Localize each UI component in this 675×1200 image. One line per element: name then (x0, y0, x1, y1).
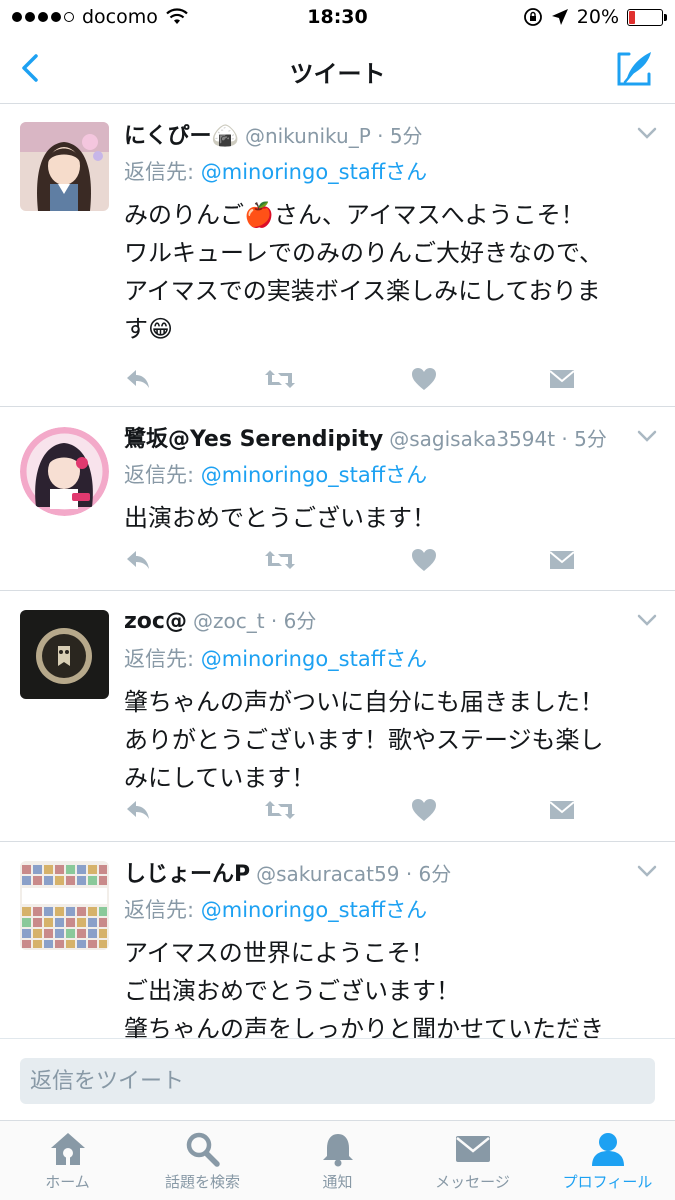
tweet-header: にくぴー🍙 @nikuniku_P · 5分 (124, 118, 625, 150)
reply-label: 返信先: (124, 160, 201, 184)
reply-context: 返信先: @minoringo_staffさん (124, 156, 427, 186)
tweet-header: 鷺坂@Yes Serendipity @sagisaka3594t · 5分 (124, 421, 625, 453)
reply-context: 返信先: @minoringo_staffさん (124, 643, 427, 673)
tab-home[interactable]: ホーム (0, 1131, 135, 1192)
person-icon (591, 1133, 624, 1166)
tweet[interactable]: zoc@ @zoc_t · 6分 返信先: @minoringo_staffさん … (0, 591, 675, 842)
mention-link[interactable]: @minoringo_staffさん (201, 898, 427, 922)
bell-icon (322, 1134, 353, 1167)
tweet-header: しじょーんP @sakuracat59 · 6分 (124, 856, 625, 888)
user-display-name[interactable]: 鷺坂@Yes Serendipity (124, 427, 383, 452)
home-icon (50, 1133, 85, 1165)
tweet-text: アイマスの世界にようこそ！ ご出演おめでとうございます！ 肇ちゃんの声をしっかり… (124, 934, 659, 1038)
tweet-text-line: アイマスでの実装ボイス楽しみにしておりま (124, 277, 601, 305)
user-display-name[interactable]: しじょーんP (124, 862, 250, 887)
tweet-text-line: 肇ちゃんの声をしっかりと聞かせていただき (124, 1015, 604, 1038)
tweet-text: 肇ちゃんの声がついに自分にも届きました！ ありがとうございます！歌やステージも楽… (124, 683, 659, 797)
tab-bar: ホーム 話題を検索 通知 メッセージ プロフィール (0, 1120, 675, 1200)
tweet-text-line: 肇ちゃんの声がついに自分にも届きました！ (124, 688, 604, 716)
chevron-down-icon[interactable] (637, 864, 657, 878)
retweet-icon[interactable] (264, 366, 296, 392)
tweet-header: zoc@ @zoc_t · 6分 (124, 605, 625, 634)
tab-label: 話題を検索 (164, 1173, 240, 1191)
navigation-bar: ツイート (0, 36, 675, 104)
like-heart-icon[interactable] (410, 547, 438, 573)
user-handle-time: @sagisaka3594t · 5分 (389, 427, 607, 451)
mention-link[interactable]: @minoringo_staffさん (201, 463, 427, 487)
reply-composer (0, 1038, 675, 1120)
retweet-icon[interactable] (264, 797, 296, 823)
like-heart-icon[interactable] (410, 366, 438, 392)
reply-label: 返信先: (124, 463, 201, 487)
reply-context: 返信先: @minoringo_staffさん (124, 459, 427, 489)
like-heart-icon[interactable] (410, 797, 438, 823)
reply-tweet-input[interactable] (20, 1058, 655, 1104)
avatar[interactable] (20, 122, 109, 211)
tweet-text-line: みにしています！ (124, 764, 316, 792)
user-handle-time: @zoc_t · 6分 (192, 609, 317, 633)
user-handle-time: @nikuniku_P · 5分 (244, 124, 423, 148)
tweet-text: 出演おめでとうございます！ (124, 499, 659, 537)
page-title: ツイート (289, 60, 386, 88)
tweet-actions (124, 366, 584, 392)
user-handle-time: @sakuracat59 · 6分 (256, 862, 452, 886)
location-arrow-icon (551, 9, 568, 25)
direct-message-icon[interactable] (548, 547, 576, 573)
tab-label: ホーム (45, 1173, 90, 1191)
user-display-name[interactable]: zoc@ (124, 609, 187, 634)
chevron-down-icon[interactable] (637, 613, 657, 627)
retweet-icon[interactable] (264, 547, 296, 573)
avatar[interactable] (20, 610, 109, 699)
tab-notifications[interactable]: 通知 (270, 1131, 405, 1192)
tweet-text-line: 出演おめでとうございます！ (124, 504, 436, 532)
reply-context: 返信先: @minoringo_staffさん (124, 894, 427, 924)
tab-label: メッセージ (435, 1173, 510, 1191)
reply-icon[interactable] (124, 797, 152, 823)
tweet-text-line: す😁 (124, 315, 174, 343)
envelope-icon (455, 1136, 490, 1162)
chevron-down-icon[interactable] (637, 429, 657, 443)
reply-label: 返信先: (124, 898, 201, 922)
tab-label: プロフィール (562, 1173, 653, 1191)
reply-icon[interactable] (124, 366, 152, 392)
direct-message-icon[interactable] (548, 366, 576, 392)
chevron-down-icon[interactable] (637, 126, 657, 140)
tweet-text-line: アイマスの世界にようこそ！ (124, 939, 435, 967)
tweet-text: みのりんご🍎さん、アイマスへようこそ！ ワルキューレでのみのりんご大好きなので、… (124, 196, 659, 348)
tweet-actions (124, 547, 584, 573)
avatar[interactable] (20, 861, 109, 950)
battery-icon (627, 8, 667, 26)
direct-message-icon[interactable] (548, 797, 576, 823)
tweet[interactable]: 鷺坂@Yes Serendipity @sagisaka3594t · 5分 返信… (0, 407, 675, 591)
tab-messages[interactable]: メッセージ (405, 1131, 540, 1192)
tweet-text-line: ワルキューレでのみのりんご大好きなので、 (124, 239, 604, 267)
avatar[interactable] (20, 427, 109, 516)
tweet[interactable]: しじょーんP @sakuracat59 · 6分 返信先: @minoringo_… (0, 842, 675, 1038)
tweet-actions (124, 797, 584, 823)
orientation-lock-icon (523, 8, 542, 26)
mention-link[interactable]: @minoringo_staffさん (201, 160, 427, 184)
user-display-name[interactable]: にくぴー🍙 (124, 124, 239, 149)
tweet[interactable]: にくぴー🍙 @nikuniku_P · 5分 返信先: @minoringo_st… (0, 104, 675, 407)
tab-profile[interactable]: プロフィール (540, 1131, 675, 1192)
battery-level (629, 10, 635, 24)
status-bar: docomo 18:30 20% (0, 0, 675, 36)
tweet-text-line: ご出演おめでとうございます！ (124, 977, 460, 1005)
tweet-text-line: みのりんご🍎さん、アイマスへようこそ！ (124, 201, 585, 229)
tweet-text-line: ありがとうございます！歌やステージも楽し (124, 726, 604, 754)
search-icon (186, 1132, 220, 1167)
mention-link[interactable]: @minoringo_staffさん (201, 647, 427, 671)
reply-icon[interactable] (124, 547, 152, 573)
compose-tweet-icon[interactable] (615, 48, 655, 88)
tab-label: 通知 (322, 1173, 353, 1191)
battery-percent: 20% (576, 6, 619, 28)
status-right: 20% (523, 6, 667, 28)
reply-label: 返信先: (124, 647, 201, 671)
tab-search[interactable]: 話題を検索 (135, 1131, 270, 1192)
